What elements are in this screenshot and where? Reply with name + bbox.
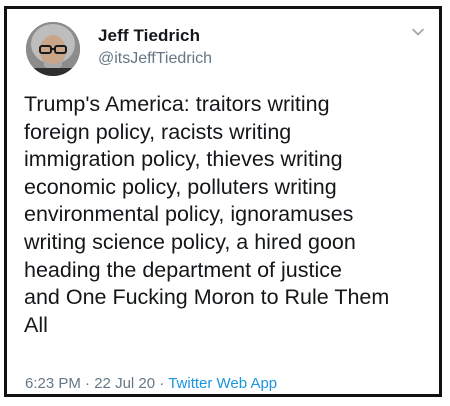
- tweet-text-line: economic policy, polluters writing: [24, 174, 337, 199]
- tweet-text-line: Trump's America: traitors writing: [24, 92, 330, 116]
- user-handle[interactable]: @itsJeffTiedrich: [98, 50, 212, 68]
- tweet-text-line: foreign policy, racists writing: [24, 119, 292, 144]
- tweet-text-line: immigration policy, thieves writing: [24, 147, 343, 172]
- tweet-time[interactable]: 6:23 PM: [25, 375, 81, 392]
- tweet-text-line: heading the department of justice: [24, 257, 342, 282]
- chevron-down-icon[interactable]: [411, 25, 425, 39]
- tweet-text-line: and One Fucking Moron to Rule Them: [24, 285, 390, 310]
- tweet-text: Trump's America: traitors writing foreig…: [24, 91, 436, 339]
- user-avatar-icon: [26, 22, 80, 76]
- display-name[interactable]: Jeff Tiedrich: [98, 26, 200, 46]
- tweet-date[interactable]: 22 Jul 20: [94, 375, 155, 392]
- tweet-meta: 6:23 PM · 22 Jul 20 · Twitter Web App: [25, 375, 277, 392]
- tweet-text-line: writing science policy, a hired goon: [24, 229, 356, 254]
- tweet-source-link[interactable]: Twitter Web App: [168, 375, 277, 392]
- tweet-text-line: All: [24, 312, 48, 337]
- meta-separator: ·: [85, 375, 91, 392]
- meta-separator: ·: [159, 375, 165, 392]
- tweet-text-line: environmental policy, ignoramuses: [24, 202, 354, 227]
- avatar[interactable]: [26, 22, 80, 76]
- tweet-card: Jeff Tiedrich @itsJeffTiedrich Trump's A…: [4, 6, 442, 397]
